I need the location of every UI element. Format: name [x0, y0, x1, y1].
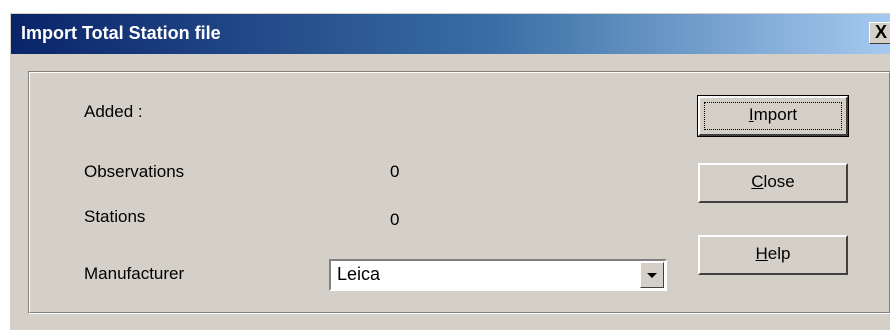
- title-bar[interactable]: Import Total Station file X: [11, 14, 890, 54]
- import-button[interactable]: Import: [697, 95, 849, 137]
- observations-label: Observations: [84, 162, 185, 181]
- stations-value: 0: [390, 210, 400, 229]
- close-label: lose: [763, 172, 795, 191]
- manufacturer-label: Manufacturer: [84, 264, 185, 283]
- stations-label: Stations: [84, 207, 146, 226]
- help-button[interactable]: Help: [698, 235, 848, 275]
- help-mnemonic: H: [755, 244, 768, 263]
- import-dialog: Import Total Station file X Added : Obse…: [10, 13, 890, 330]
- close-window-button[interactable]: X: [869, 22, 890, 44]
- help-label: elp: [767, 244, 791, 263]
- focus-rect: [704, 102, 842, 130]
- added-label: Added :: [84, 102, 143, 121]
- observations-value: 0: [390, 162, 400, 181]
- close-icon: X: [874, 22, 887, 42]
- chevron-down-icon[interactable]: [640, 262, 664, 288]
- close-button[interactable]: Close: [698, 163, 848, 203]
- manufacturer-selected-value: Leica: [337, 264, 381, 284]
- dialog-title: Import Total Station file: [21, 23, 221, 43]
- manufacturer-select[interactable]: Leica: [329, 259, 667, 291]
- close-mnemonic: C: [751, 172, 764, 191]
